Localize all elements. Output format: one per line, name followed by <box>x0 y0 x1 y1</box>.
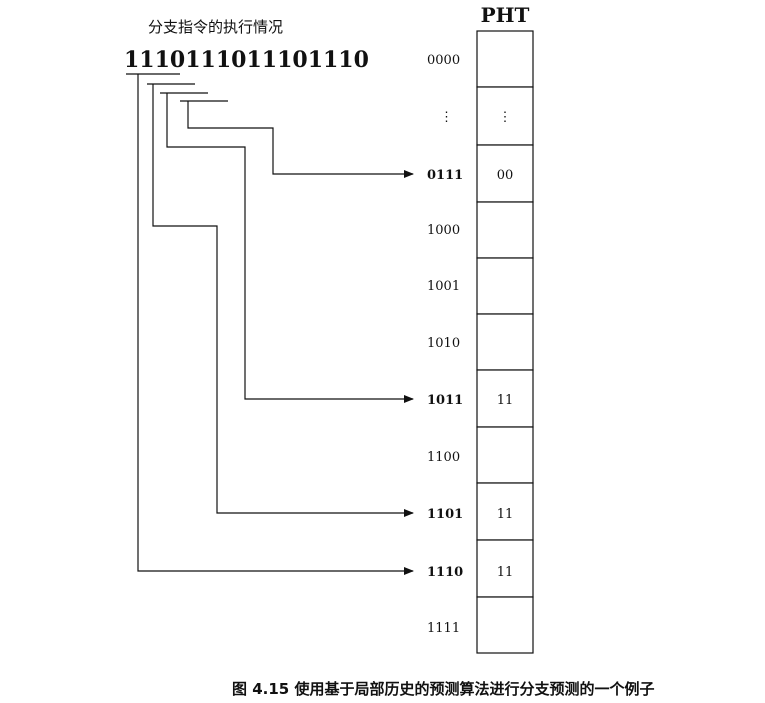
connector-to-0111 <box>187 101 414 178</box>
address-label: 1011 <box>427 393 463 408</box>
connector-to-1101 <box>152 84 414 517</box>
address-label: 0000 <box>427 53 460 68</box>
pht-cell-1001 <box>476 257 534 315</box>
cell-value: ⋮ <box>499 110 512 125</box>
pht-cell-1111 <box>476 596 534 654</box>
address-label: 0111 <box>427 168 463 183</box>
address-label: 1110 <box>427 565 463 580</box>
pht-cell-0000 <box>476 30 534 88</box>
address-label: 1100 <box>427 450 460 465</box>
history-header-label: 分支指令的执行情况 <box>148 18 283 36</box>
figure-caption: 图 4.15 使用基于局部历史的预测算法进行分支预测的一个例子 <box>232 680 654 698</box>
pht-cell-1000 <box>476 201 534 259</box>
address-label: 1010 <box>427 336 460 351</box>
address-label: 1101 <box>427 507 463 522</box>
cell-value: 00 <box>497 168 514 183</box>
address-label: 1000 <box>427 223 460 238</box>
cell-value: 11 <box>497 393 514 408</box>
cell-value: 11 <box>497 507 514 522</box>
pht-address-labels: 0000 ⋮ 0111 1000 1001 1010 1011 1100 110… <box>427 53 463 636</box>
address-label: 1111 <box>427 621 460 636</box>
pht-title: PHT <box>481 3 530 27</box>
connector-to-1110 <box>137 74 414 575</box>
pht-cell-1010 <box>476 313 534 371</box>
history-window-underlines <box>126 73 228 102</box>
pht-diagram: 分支指令的执行情况 1110111011101110 PHT 0000 ⋮ 01… <box>124 3 654 698</box>
address-label: 1001 <box>427 279 460 294</box>
pht-cell-1100 <box>476 426 534 484</box>
cell-value: 11 <box>497 565 514 580</box>
connector-to-1011 <box>166 93 414 403</box>
connector-lines <box>137 74 414 575</box>
history-bits: 1110111011101110 <box>124 47 369 73</box>
address-label: ⋮ <box>440 110 453 125</box>
